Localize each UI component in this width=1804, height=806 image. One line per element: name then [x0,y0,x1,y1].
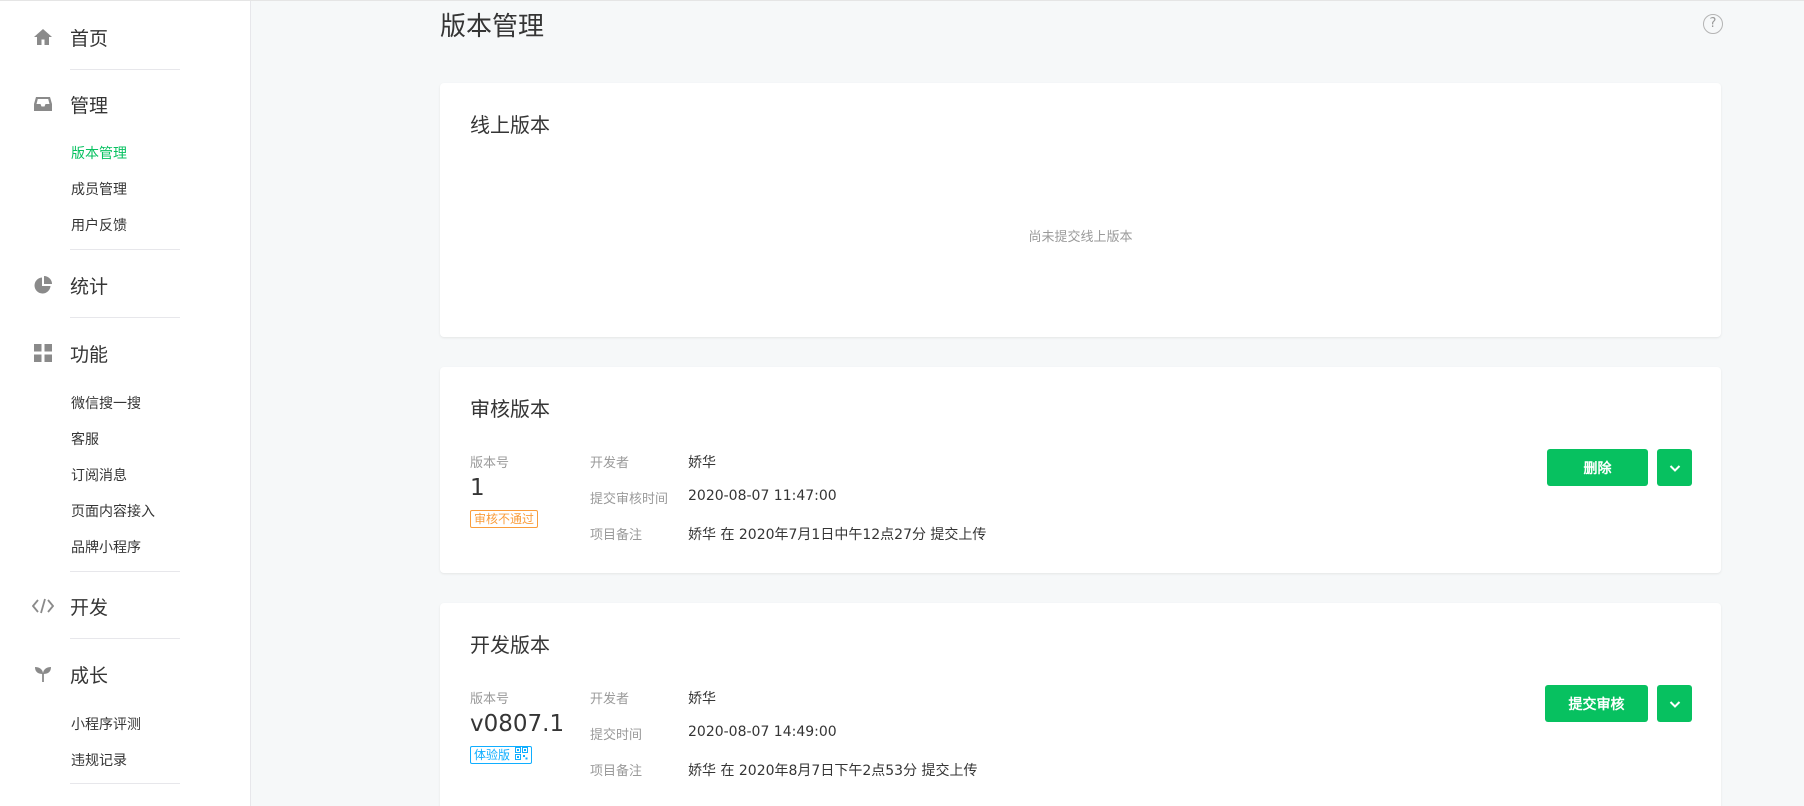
remark-label: 项目备注 [590,528,643,543]
grid-icon [32,342,54,364]
nav-home[interactable]: 首页 [32,22,108,52]
online-version-title: 线上版本 [470,113,550,137]
sprout-icon [32,663,54,685]
remark-value: 娇华 在 2020年8月7日下午2点53分 提交上传 [688,763,978,779]
dev-version-card: 开发版本 版本号 v0807.1 体验版 开发者 娇华 提交时间 2020-08… [440,603,1721,806]
nav-develop-label: 开发 [70,596,109,619]
online-version-empty: 尚未提交线上版本 [1028,230,1133,245]
page-title: 版本管理 [440,12,545,42]
submit-time-label: 提交审核时间 [590,492,669,507]
submit-time-label: 提交时间 [590,728,643,743]
pie-chart-icon [32,274,54,296]
status-badge: 审核不通过 [470,510,539,528]
nav-develop[interactable]: 开发 [32,591,108,621]
sidebar: 首页 管理 版本管理 成员管理 用户反馈 统计 功能 微信搜一搜 客服 订阅消息… [0,1,251,806]
inbox-icon [32,93,54,115]
submit-review-button[interactable]: 提交审核 [1545,685,1648,722]
submit-time-value: 2020-08-07 11:47:00 [688,488,837,504]
developer-label: 开发者 [590,456,630,471]
sidebar-item-customer-service[interactable]: 客服 [71,429,99,449]
divider [70,69,180,70]
submit-time-value: 2020-08-07 14:49:00 [688,724,837,740]
help-icon[interactable]: ? [1703,14,1723,34]
sidebar-item-app-evaluation[interactable]: 小程序评测 [71,714,141,734]
sidebar-item-subscribe-msg[interactable]: 订阅消息 [71,465,127,485]
review-more-dropdown[interactable] [1657,449,1692,486]
version-number: 1 [470,475,485,501]
qrcode-icon[interactable] [515,747,529,760]
delete-button[interactable]: 删除 [1547,449,1648,486]
nav-home-label: 首页 [70,27,109,50]
version-number-label: 版本号 [470,692,510,707]
remark-value: 娇华 在 2020年7月1日中午12点27分 提交上传 [688,527,987,543]
home-icon [32,26,54,48]
chevron-down-icon [1669,700,1680,708]
online-version-card: 线上版本 尚未提交线上版本 [440,83,1721,337]
divider [70,638,180,639]
dev-more-dropdown[interactable] [1657,685,1692,722]
nav-stats-label: 统计 [70,275,109,298]
remark-label: 项目备注 [590,764,643,779]
divider [70,783,180,784]
developer-value: 娇华 [688,455,716,471]
chevron-down-icon [1669,464,1680,472]
nav-stats[interactable]: 统计 [32,270,108,300]
sidebar-item-user-feedback[interactable]: 用户反馈 [71,215,127,235]
trial-badge-label: 体验版 [474,748,511,762]
nav-manage-label: 管理 [70,94,109,117]
sidebar-item-wechat-search[interactable]: 微信搜一搜 [71,393,141,413]
divider [70,317,180,318]
app-window: 首页 管理 版本管理 成员管理 用户反馈 统计 功能 微信搜一搜 客服 订阅消息… [0,0,1804,806]
nav-growth-label: 成长 [70,664,109,687]
sidebar-item-violation-record[interactable]: 违规记录 [71,750,127,770]
version-number-label: 版本号 [470,456,510,471]
code-icon [32,595,54,617]
status-badge-label: 审核不通过 [474,512,535,526]
sidebar-item-version-manage[interactable]: 版本管理 [71,143,127,163]
developer-label: 开发者 [590,692,630,707]
version-number: v0807.1 [470,711,565,737]
sidebar-item-brand-app[interactable]: 品牌小程序 [71,537,141,557]
review-version-title: 审核版本 [470,397,550,421]
main-content: 版本管理 ? 线上版本 尚未提交线上版本 审核版本 版本号 1 审核不通过 开发… [251,1,1804,806]
nav-manage[interactable]: 管理 [32,89,108,119]
developer-value: 娇华 [688,691,716,707]
divider [70,249,180,250]
review-version-card: 审核版本 版本号 1 审核不通过 开发者 娇华 提交审核时间 2020-08-0… [440,367,1721,573]
trial-badge[interactable]: 体验版 [470,746,533,764]
divider [70,571,180,572]
nav-features[interactable]: 功能 [32,338,108,368]
nav-growth[interactable]: 成长 [32,659,108,689]
sidebar-item-page-content[interactable]: 页面内容接入 [71,501,155,521]
nav-features-label: 功能 [70,343,109,366]
sidebar-item-member-manage[interactable]: 成员管理 [71,179,127,199]
dev-version-title: 开发版本 [470,633,550,657]
